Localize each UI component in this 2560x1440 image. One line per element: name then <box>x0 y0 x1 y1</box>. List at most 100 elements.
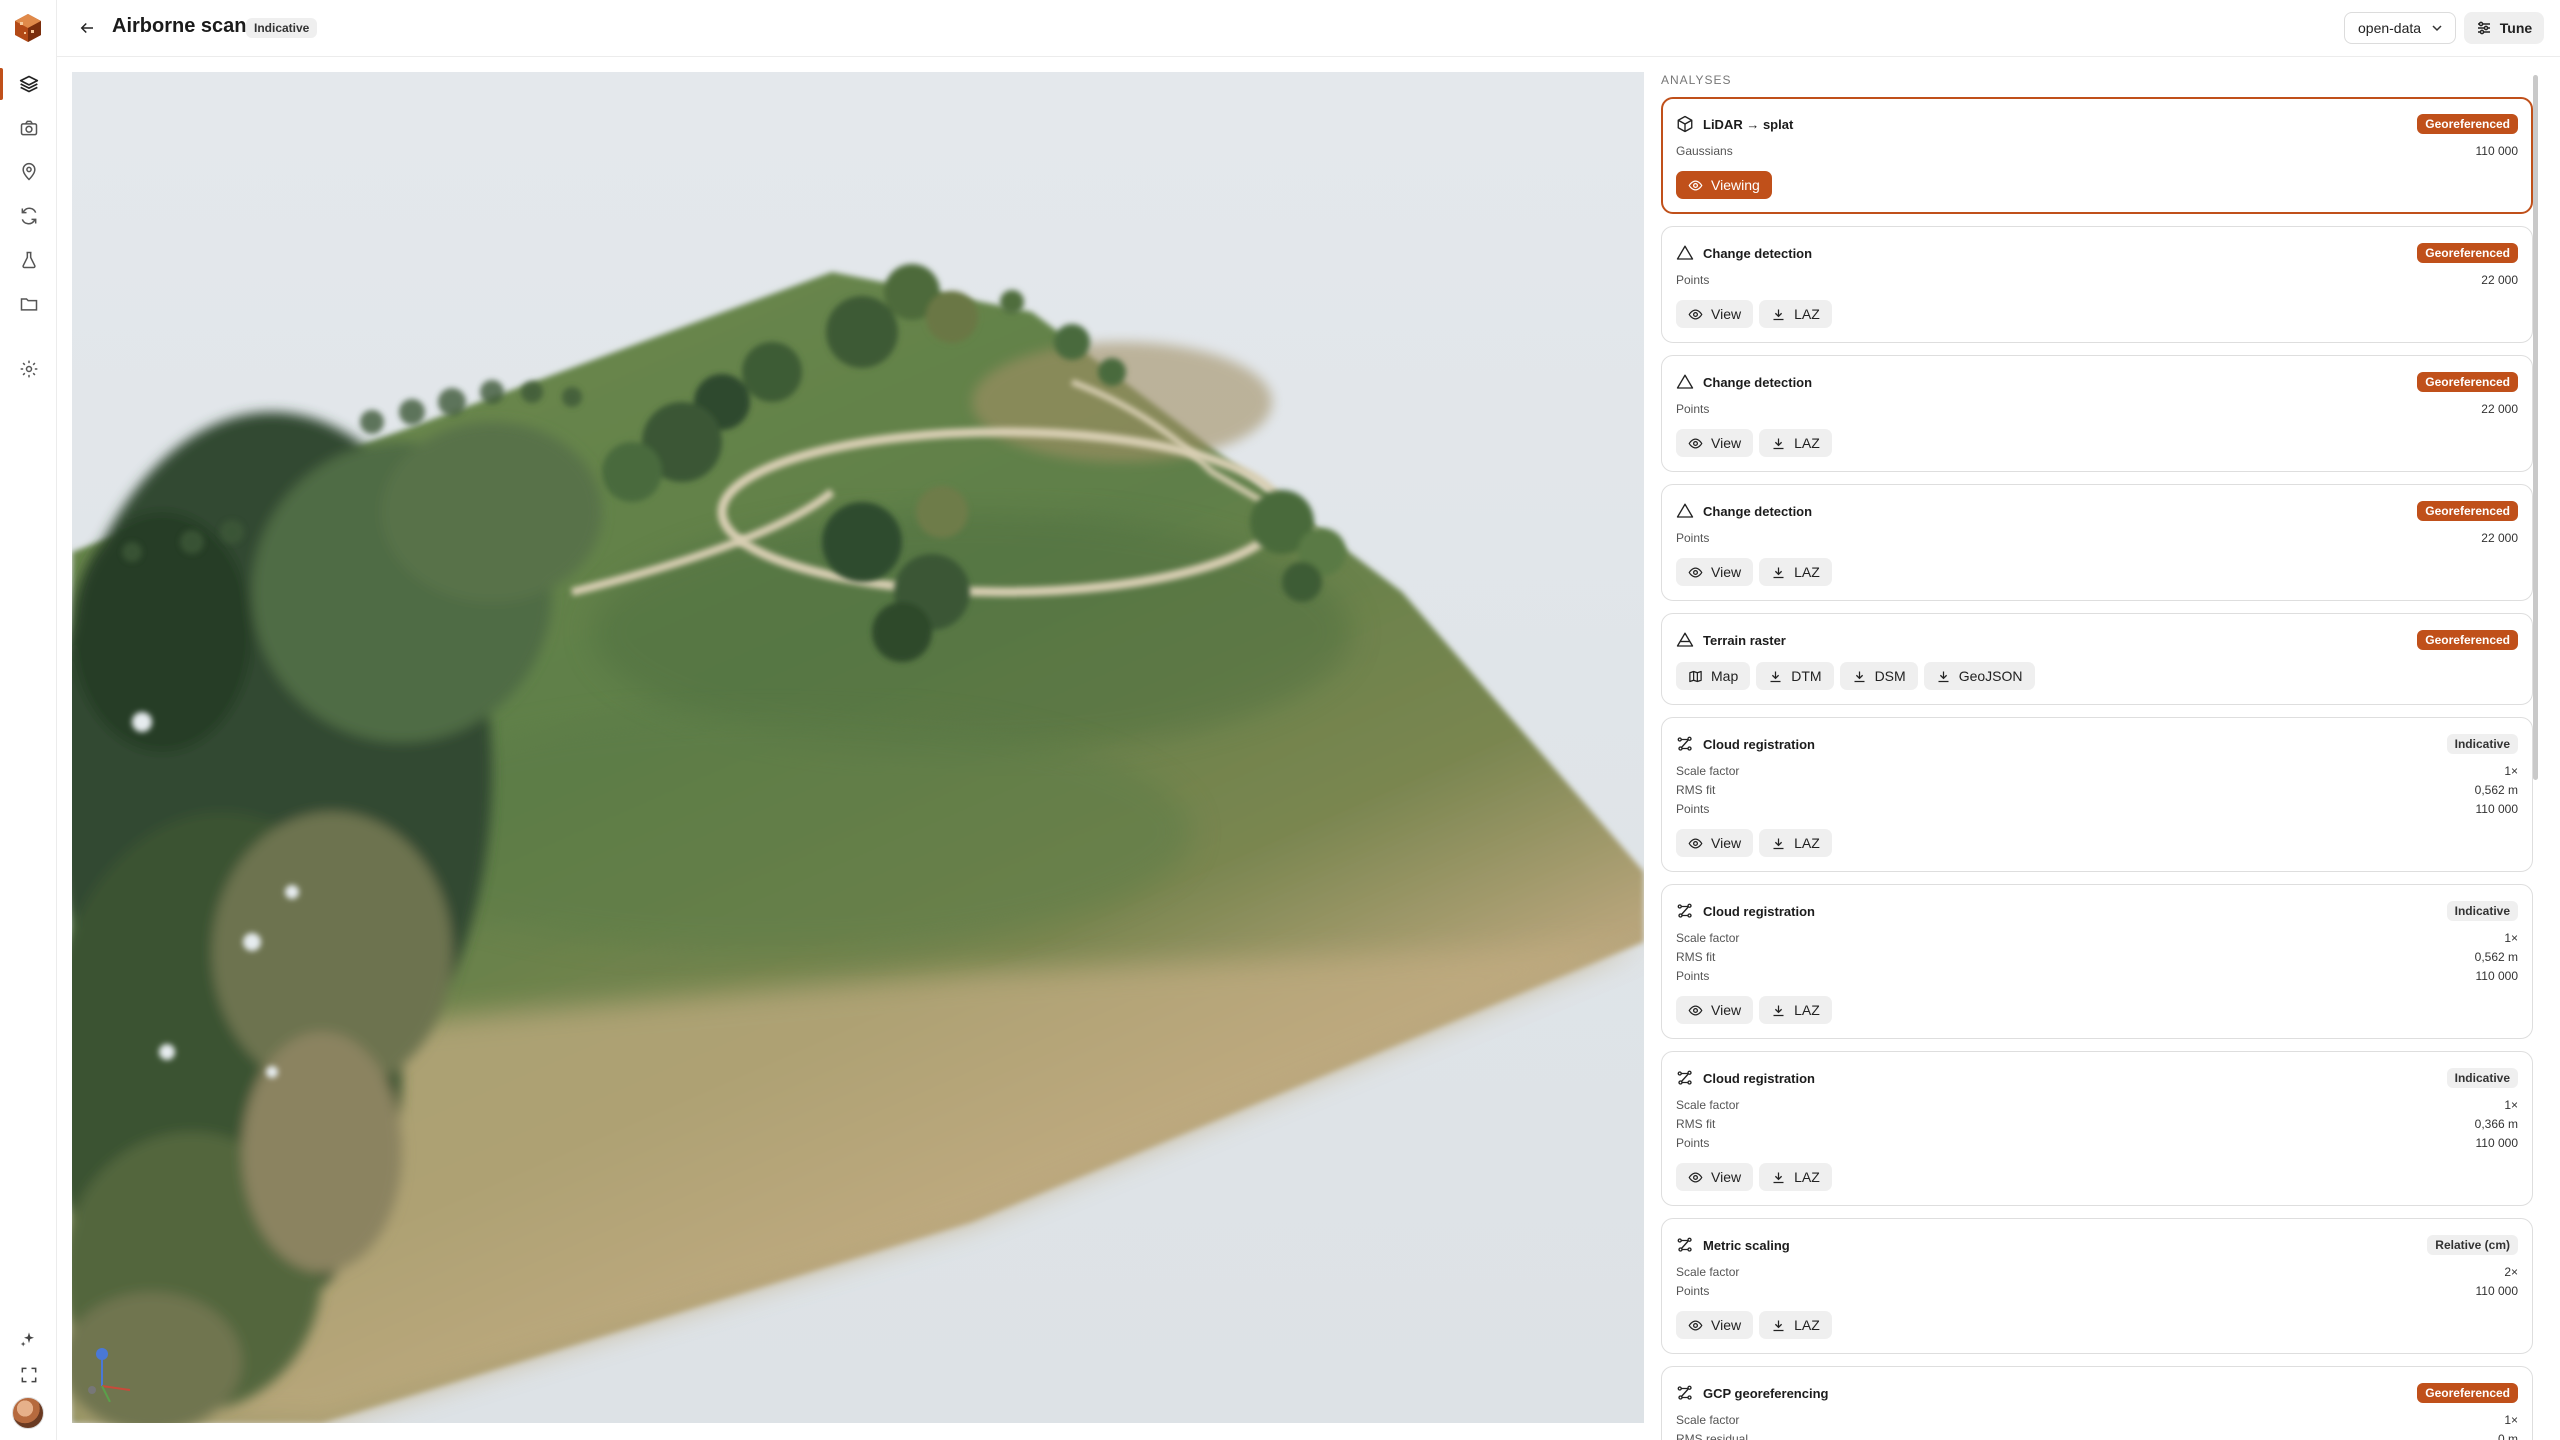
button-label: LAZ <box>1794 306 1820 322</box>
stat-value: 22 000 <box>2481 273 2518 287</box>
download-icon <box>1768 669 1783 684</box>
card-title: LiDAR → splat <box>1703 116 1794 132</box>
laz-button[interactable]: LAZ <box>1759 558 1832 586</box>
analysis-card[interactable]: LiDAR → splat Georeferenced Gaussians 110 0… <box>1661 97 2533 214</box>
back-arrow-icon[interactable] <box>73 14 101 42</box>
stat-row: Points 110 000 <box>1676 1134 2518 1153</box>
sidebar <box>0 0 57 1440</box>
analysis-card[interactable]: Cloud registration Indicative Scale factor… <box>1661 717 2533 872</box>
button-label: DSM <box>1874 668 1906 684</box>
view-button[interactable]: View <box>1676 558 1754 586</box>
triangle-icon <box>1676 373 1694 391</box>
view-button[interactable]: View <box>1676 300 1754 328</box>
sliders-icon <box>2477 21 2490 35</box>
camera-icon[interactable] <box>14 113 44 143</box>
viewing-button[interactable]: Viewing <box>1676 171 1772 199</box>
laz-button[interactable]: LAZ <box>1759 1311 1832 1339</box>
layers-icon[interactable] <box>14 69 44 99</box>
analysis-card[interactable]: Change detection Georeferenced Points 22 00… <box>1661 226 2533 343</box>
card-header: Change detection Georeferenced <box>1676 499 2518 523</box>
status-badge: Georeferenced <box>2417 243 2518 263</box>
sync-icon[interactable] <box>14 201 44 231</box>
eye-icon <box>1688 436 1703 451</box>
laz-button[interactable]: LAZ <box>1759 429 1832 457</box>
stat-row: Points 110 000 <box>1676 800 2518 819</box>
settings-gear-icon[interactable] <box>14 354 44 384</box>
tune-button[interactable]: Tune <box>2464 12 2544 44</box>
laz-button[interactable]: LAZ <box>1759 996 1832 1024</box>
flask-icon[interactable] <box>14 245 44 275</box>
download-icon <box>1936 669 1951 684</box>
eye-icon <box>1688 178 1703 193</box>
stat-label: Gaussians <box>1676 144 1733 158</box>
button-label: LAZ <box>1794 1317 1820 1333</box>
point-cloud-render <box>72 264 1644 1423</box>
stat-row: Points 22 000 <box>1676 400 2518 419</box>
stat-value: 2× <box>2504 1265 2518 1279</box>
sparkle-icon[interactable] <box>14 1324 44 1354</box>
card-actions: View LAZ <box>1676 558 2518 586</box>
map-icon <box>1688 669 1703 684</box>
card-title: GCP georeferencing <box>1703 1385 1829 1401</box>
analysis-card[interactable]: Change detection Georeferenced Points 22 00… <box>1661 484 2533 601</box>
card-actions: View LAZ <box>1676 1311 2518 1339</box>
folder-icon[interactable] <box>14 289 44 319</box>
fullscreen-icon[interactable] <box>14 1360 44 1390</box>
view-button[interactable]: View <box>1676 829 1754 857</box>
stat-row: Scale factor 1× <box>1676 929 2518 948</box>
card-stats: Points 22 000 <box>1676 529 2518 548</box>
stat-label: Points <box>1676 402 1710 416</box>
button-label: View <box>1711 1317 1742 1333</box>
status-badge: Georeferenced <box>2417 114 2518 134</box>
laz-button[interactable]: LAZ <box>1759 1163 1832 1191</box>
registration-icon <box>1676 1236 1694 1254</box>
button-label: LAZ <box>1794 435 1820 451</box>
stat-label: Points <box>1676 273 1710 287</box>
axis-gizmo[interactable] <box>86 1342 146 1403</box>
stat-value: 0 m <box>2497 1432 2518 1440</box>
view-button[interactable]: View <box>1676 996 1754 1024</box>
card-title: Metric scaling <box>1703 1237 1790 1253</box>
app-logo[interactable] <box>12 12 44 44</box>
stat-row: RMS fit 0,562 m <box>1676 948 2518 967</box>
stat-label: Scale factor <box>1676 1265 1740 1279</box>
card-title: Change detection <box>1703 245 1813 261</box>
nav-active-indicator <box>0 68 3 100</box>
user-avatar[interactable] <box>12 1397 44 1429</box>
view-button[interactable]: View <box>1676 1163 1754 1191</box>
dtm-button[interactable]: DTM <box>1756 662 1834 690</box>
stat-value: 110 000 <box>2475 802 2519 816</box>
panel-heading: ANALYSES <box>1661 73 1732 87</box>
analysis-card[interactable]: Cloud registration Indicative Scale factor… <box>1661 884 2533 1039</box>
stat-label: Points <box>1676 1284 1710 1298</box>
analysis-card[interactable]: Cloud registration Indicative Scale factor… <box>1661 1051 2533 1206</box>
location-pin-icon[interactable] <box>14 157 44 187</box>
stat-row: Gaussians 110 000 <box>1676 142 2518 161</box>
eye-icon <box>1688 565 1703 580</box>
card-header: LiDAR → splat Georeferenced <box>1676 112 2518 136</box>
card-stats: Scale factor1×RMS residual0 mControl poi… <box>1676 1411 2518 1440</box>
stat-row: Scale factor 1× <box>1676 1411 2518 1430</box>
dsm-button[interactable]: DSM <box>1839 662 1918 690</box>
stat-value: 110 000 <box>2475 1284 2519 1298</box>
view-button[interactable]: View <box>1676 429 1754 457</box>
dataset-select[interactable]: open-data <box>2344 12 2456 44</box>
card-stats: Scale factor 1× RMS fit 0,562 m Points 110 00… <box>1676 762 2518 819</box>
splat-viewport[interactable] <box>72 72 1644 1423</box>
stat-row: Scale factor 1× <box>1676 762 2518 781</box>
view-button[interactable]: View <box>1676 1311 1754 1339</box>
map-button[interactable]: Map <box>1676 662 1751 690</box>
download-icon <box>1771 1318 1786 1333</box>
analysis-card[interactable]: Metric scaling Relative (cm) Scale factor 2… <box>1661 1218 2533 1354</box>
stat-value: 0,562 m <box>2474 783 2518 797</box>
laz-button[interactable]: LAZ <box>1759 829 1832 857</box>
registration-icon <box>1676 1069 1694 1087</box>
laz-button[interactable]: LAZ <box>1759 300 1832 328</box>
analysis-card[interactable]: Change detection Georeferenced Points 22 00… <box>1661 355 2533 472</box>
download-icon <box>1852 669 1867 684</box>
analysis-card[interactable]: Terrain raster Georeferenced Map DTM DSM GeoJ… <box>1661 613 2533 705</box>
card-header: Cloud registration Indicative <box>1676 899 2518 923</box>
geojson-button[interactable]: GeoJSON <box>1923 662 2035 690</box>
panel-scrollbar[interactable] <box>2533 75 2538 780</box>
analysis-card[interactable]: GCP georeferencing Georeferenced Scale fac… <box>1661 1366 2533 1440</box>
